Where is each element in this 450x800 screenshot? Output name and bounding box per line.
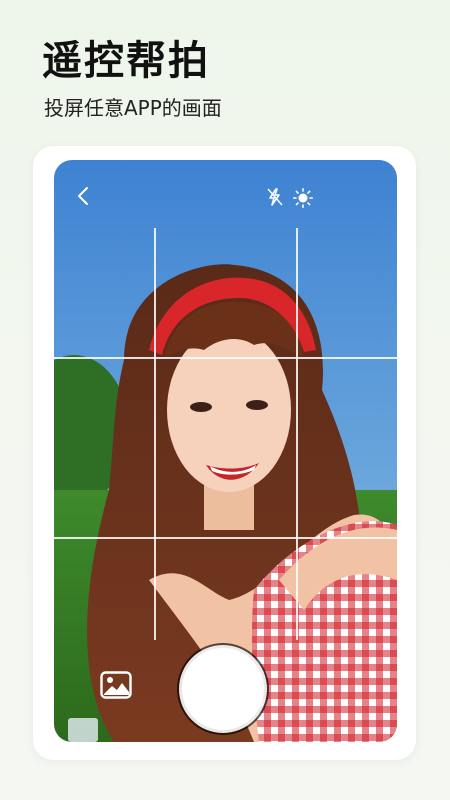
chevron-left-icon[interactable]: [76, 186, 90, 209]
image-icon[interactable]: [100, 671, 132, 699]
flash-auto-icon[interactable]: [267, 188, 283, 209]
grid-line-vertical-2: [296, 228, 298, 640]
sun-icon[interactable]: [293, 188, 314, 211]
page-subtitle: 投屏任意APP的画面: [44, 96, 222, 120]
shutter-button[interactable]: [182, 648, 264, 730]
camera-viewfinder[interactable]: [54, 160, 397, 742]
grid-line-vertical-1: [154, 228, 156, 640]
grid-line-horizontal-1: [54, 357, 397, 359]
grid-line-horizontal-2: [54, 537, 397, 539]
page-title: 遥控帮拍: [42, 38, 210, 84]
